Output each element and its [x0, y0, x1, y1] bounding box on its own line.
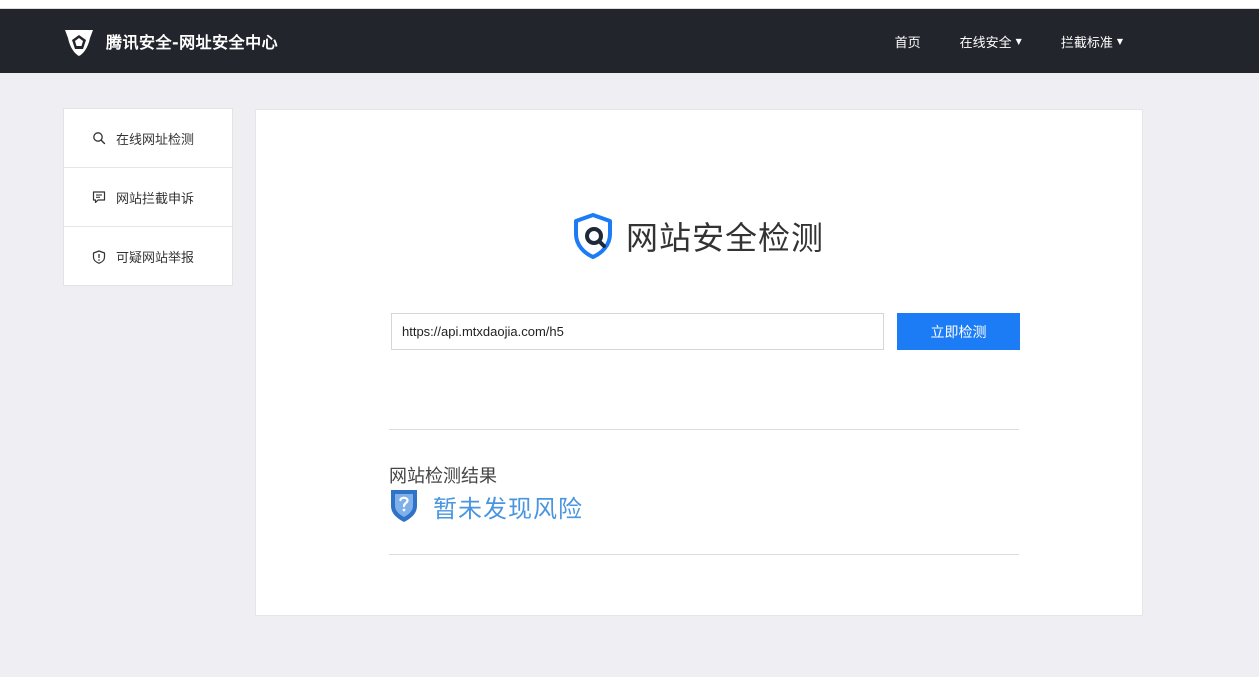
tencent-security-logo-icon [65, 30, 93, 56]
sidebar-item-url-check[interactable]: 在线网址检测 [64, 109, 232, 168]
hero-heading: 网站安全检测 [572, 213, 824, 259]
sidebar-item-label: 在线网址检测 [116, 132, 195, 148]
divider [389, 554, 1019, 555]
main-panel: 网站安全检测 立即检测 网站检测结果 暂未发现风险 [255, 109, 1143, 616]
chat-icon [92, 191, 106, 204]
search-icon [93, 132, 106, 145]
sidebar-item-label: 可疑网站举报 [116, 251, 195, 266]
sidebar-item-label: 网站拦截申诉 [116, 191, 195, 207]
main-nav: 首页 在线安全 ▼ 拦截标准 ▼ [856, 9, 1123, 73]
nav-block-standard[interactable]: 拦截标准 ▼ [1061, 32, 1123, 51]
shield-question-icon [391, 490, 417, 522]
shield-search-icon [574, 213, 612, 259]
browser-top-strip [0, 0, 1259, 9]
url-input[interactable] [391, 313, 884, 350]
shield-alert-icon [92, 249, 106, 264]
nav-home-label: 首页 [894, 35, 921, 51]
nav-online-security[interactable]: 在线安全 ▼ [960, 32, 1022, 51]
nav-home[interactable]: 首页 [895, 32, 921, 51]
result-status: 暂未发现风险 [389, 488, 583, 524]
caret-down-icon: ▼ [1116, 36, 1123, 46]
sidebar: 在线网址检测 网站拦截申诉 可疑网站举报 [63, 108, 233, 286]
result-text: 暂未发现风险 [433, 494, 583, 523]
sidebar-item-report[interactable]: 可疑网站举报 [64, 227, 232, 286]
result-label: 网站检测结果 [389, 466, 497, 487]
top-navbar: 腾讯安全-网址安全中心 首页 在线安全 ▼ 拦截标准 ▼ [0, 9, 1259, 73]
nav-block-standard-label: 拦截标准 [1060, 35, 1113, 51]
divider [389, 429, 1019, 430]
check-now-button[interactable]: 立即检测 [897, 313, 1020, 350]
brand-title: 腾讯安全-网址安全中心 [106, 33, 279, 52]
brand[interactable]: 腾讯安全-网址安全中心 [62, 24, 278, 58]
nav-online-security-label: 在线安全 [959, 35, 1012, 51]
caret-down-icon: ▼ [1015, 36, 1022, 46]
page-title: 网站安全检测 [626, 219, 825, 257]
sidebar-item-appeal[interactable]: 网站拦截申诉 [64, 168, 232, 227]
